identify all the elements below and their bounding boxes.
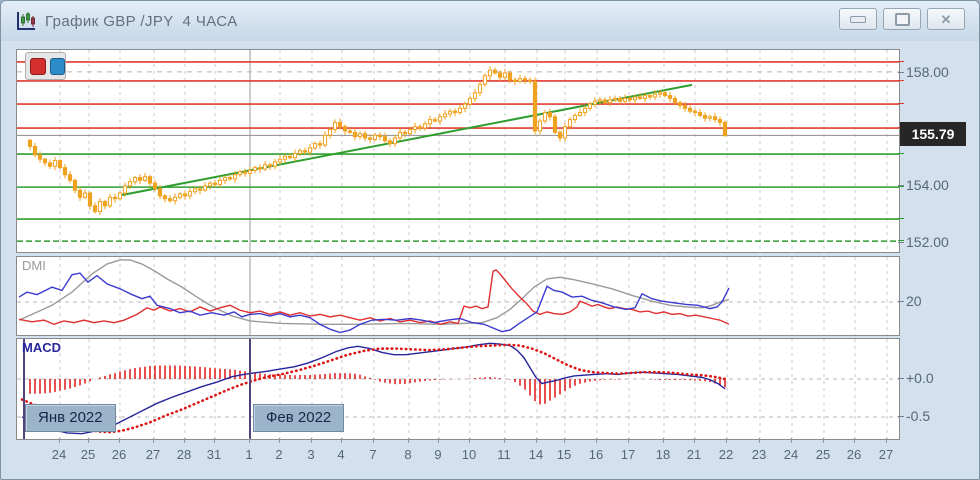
date-axis-label: 1 (245, 447, 253, 462)
chart-app-icon (15, 10, 37, 32)
date-axis-tick (341, 438, 342, 443)
date-axis-label: 9 (434, 447, 442, 462)
month-box: Фев 2022 (253, 404, 345, 432)
date-axis-label: 24 (51, 447, 67, 462)
date-axis-tick (886, 438, 887, 443)
date-axis-label: 8 (404, 447, 412, 462)
restore-button[interactable] (883, 8, 921, 30)
chart-toolbar (25, 52, 66, 80)
date-axis-tick (249, 438, 250, 443)
macd-panel (16, 338, 900, 440)
date-axis-tick (184, 438, 185, 443)
date-axis-tick (59, 438, 60, 443)
date-axis-label: 25 (80, 447, 96, 462)
axis-tick (898, 186, 904, 188)
date-axis-tick (823, 438, 824, 443)
price-axis-label: 154.00 (906, 177, 949, 193)
date-axis-tick (759, 438, 760, 443)
minimize-icon (850, 15, 866, 23)
axis-tick (898, 240, 904, 242)
macd-axis-label: +0.0 (906, 370, 934, 386)
date-axis-tick (628, 438, 629, 443)
date-axis-label: 27 (878, 447, 894, 462)
chart-window: График GBP /JPY 4 ЧАСА ✕ DMI MACD Янв 20… (0, 0, 980, 480)
date-axis-tick (438, 438, 439, 443)
dmi-panel (16, 256, 900, 336)
price-panel (16, 49, 900, 253)
date-axis-tick (536, 438, 537, 443)
date-axis-tick (504, 438, 505, 443)
date-axis-tick (564, 438, 565, 443)
macd-axis-label: -0.5 (906, 408, 931, 424)
price-axis-label: 158.00 (906, 64, 949, 80)
date-axis-label: 7 (369, 447, 377, 462)
minimize-button[interactable] (839, 8, 877, 30)
date-axis-label: 28 (176, 447, 192, 462)
date-axis-tick (214, 438, 215, 443)
date-axis-tick (596, 438, 597, 443)
date-axis-label: 25 (815, 447, 831, 462)
date-axis-label: 15 (556, 447, 572, 462)
date-axis-tick (311, 438, 312, 443)
date-axis-label: 2 (275, 447, 283, 462)
date-axis-tick (88, 438, 89, 443)
date-axis-label: 23 (751, 447, 767, 462)
price-axis-label: 152.00 (906, 233, 949, 250)
date-axis-label: 21 (686, 447, 702, 462)
date-axis-tick (694, 438, 695, 443)
axis-tick (898, 79, 904, 81)
date-axis-tick (663, 438, 664, 443)
date-axis-tick (791, 438, 792, 443)
window-title: График GBP /JPY 4 ЧАСА (45, 12, 238, 30)
date-axis-label: 16 (588, 447, 604, 462)
sell-tool-button[interactable] (30, 57, 46, 75)
date-axis-tick (726, 438, 727, 443)
month-box: Янв 2022 (25, 404, 116, 432)
date-axis-label: 26 (846, 447, 862, 462)
date-axis-tick (408, 438, 409, 443)
date-axis-label: 10 (461, 447, 477, 462)
axis-tick (898, 301, 904, 302)
close-icon: ✕ (940, 11, 952, 27)
date-axis-label: 18 (655, 447, 671, 462)
date-axis-tick (373, 438, 374, 443)
axis-tick (898, 416, 904, 417)
date-axis-label: 27 (145, 447, 161, 462)
axis-tick (898, 241, 904, 243)
close-button[interactable]: ✕ (927, 8, 965, 30)
date-axis-label: 11 (497, 447, 511, 462)
dmi-axis-label: 20 (906, 293, 922, 309)
date-axis-tick (469, 438, 470, 443)
date-axis-tick (279, 438, 280, 443)
date-axis-label: 3 (307, 447, 315, 462)
date-axis-label: 31 (206, 447, 222, 462)
axis-tick (898, 103, 904, 105)
price-chart-canvas[interactable] (17, 50, 899, 252)
date-axis-label: 24 (783, 447, 799, 462)
current-price-badge: 155.79 (900, 122, 966, 147)
date-axis-tick (854, 438, 855, 443)
titlebar[interactable]: График GBP /JPY 4 ЧАСА ✕ (1, 1, 979, 41)
axis-tick (898, 60, 904, 62)
dmi-chart-canvas[interactable] (17, 257, 899, 335)
window-buttons: ✕ (839, 8, 965, 30)
date-axis-tick (153, 438, 154, 443)
macd-chart-canvas[interactable] (17, 339, 899, 439)
axis-tick (898, 218, 904, 220)
chart-content: DMI MACD Янв 2022 Фев 2022 158.00 154.00 15… (1, 41, 979, 479)
date-axis-label: 17 (620, 447, 636, 462)
axis-tick (898, 378, 904, 379)
buy-tool-button[interactable] (49, 57, 65, 75)
restore-icon (894, 12, 910, 26)
axis-tick (898, 153, 904, 155)
date-axis-label: 4 (337, 447, 345, 462)
date-axis-tick (119, 438, 120, 443)
date-axis-label: 14 (528, 447, 544, 462)
date-axis-label: 22 (718, 447, 734, 462)
axis-tick (898, 72, 904, 73)
date-axis-label: 26 (111, 447, 127, 462)
